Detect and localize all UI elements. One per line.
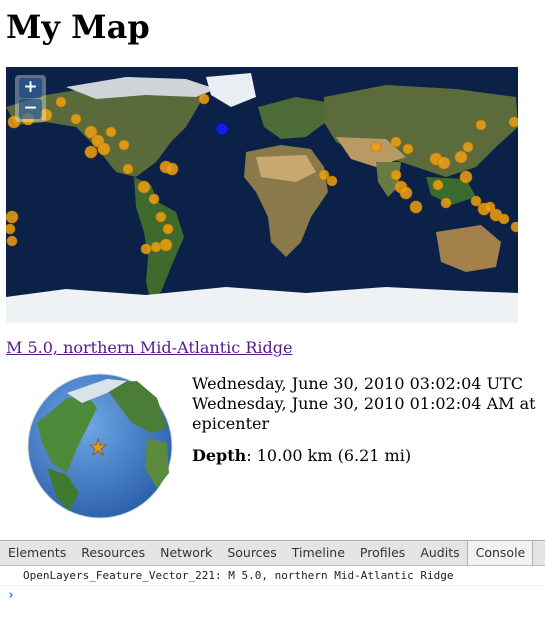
page-title: My Map	[6, 8, 150, 46]
tab-sources[interactable]: Sources	[219, 541, 283, 565]
world-map[interactable]: + −	[6, 67, 518, 323]
feature-details: Wednesday, June 30, 2010 03:02:04 UTC We…	[192, 374, 545, 466]
depth-label: Depth	[192, 446, 247, 465]
depth-row: Depth: 10.00 km (6.21 mi)	[192, 446, 545, 466]
tab-profiles[interactable]: Profiles	[352, 541, 412, 565]
tab-console[interactable]: Console	[466, 541, 534, 565]
tab-audits[interactable]: Audits	[412, 541, 466, 565]
zoom-out-button[interactable]: −	[19, 99, 42, 119]
console-output-line: OpenLayers_Feature_Vector_221: M 5.0, no…	[0, 566, 545, 586]
zoom-control: + −	[15, 75, 46, 122]
tab-resources[interactable]: Resources	[73, 541, 152, 565]
tab-network[interactable]: Network	[152, 541, 219, 565]
location-globe-image	[27, 373, 173, 519]
depth-value: : 10.00 km (6.21 mi)	[246, 446, 412, 465]
devtools-panel: Elements Resources Network Sources Timel…	[0, 540, 545, 626]
console-prompt[interactable]: ›	[0, 586, 545, 603]
tab-timeline[interactable]: Timeline	[284, 541, 352, 565]
local-time: Wednesday, June 30, 2010 01:02:04 AM at …	[192, 394, 536, 433]
selected-earthquake-marker	[215, 122, 229, 136]
devtools-tab-bar: Elements Resources Network Sources Timel…	[0, 540, 545, 566]
utc-time: Wednesday, June 30, 2010 03:02:04 UTC	[192, 374, 523, 393]
tab-elements[interactable]: Elements	[0, 541, 73, 565]
zoom-in-button[interactable]: +	[19, 78, 42, 98]
map-canvas[interactable]	[6, 67, 518, 323]
feature-title-link[interactable]: M 5.0, northern Mid-Atlantic Ridge	[6, 338, 292, 357]
